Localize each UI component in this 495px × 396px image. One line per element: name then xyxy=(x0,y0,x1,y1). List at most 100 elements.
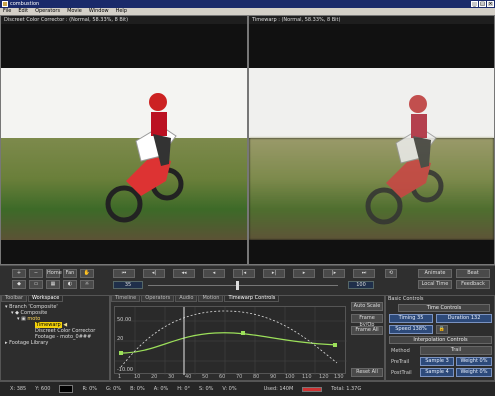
x-tick: 20 xyxy=(151,374,158,380)
speed-field[interactable]: Speed 138% xyxy=(389,325,433,334)
curve-graph[interactable]: 50.00 20 -10.00 xyxy=(114,306,347,375)
motocross-rider-blurred-image xyxy=(365,95,444,225)
play-backward-button[interactable]: ◂◂ xyxy=(173,269,195,278)
post-trail-sample-field[interactable]: Sample 4 xyxy=(420,368,454,377)
tab-timewarp-controls[interactable]: Timewarp Controls xyxy=(224,295,280,302)
basic-controls-panel: Basic Controls Time Controls Timing 35 D… xyxy=(385,295,495,381)
status-r: R: 0% xyxy=(82,386,97,392)
method-dropdown[interactable]: Trail xyxy=(420,346,492,355)
auto-scale-button[interactable]: Auto Scale xyxy=(351,302,383,311)
go-to-end-button[interactable]: ⏭ xyxy=(353,269,375,278)
menu-window[interactable]: Window xyxy=(89,8,109,15)
tab-timeline[interactable]: Timeline xyxy=(111,295,141,302)
x-tick: 80 xyxy=(253,374,260,380)
status-v: V: 0% xyxy=(222,386,237,392)
menu-file[interactable]: File xyxy=(3,8,11,15)
minimize-icon[interactable]: _ xyxy=(471,1,478,7)
status-y: Y: 600 xyxy=(35,386,51,392)
close-icon[interactable]: × xyxy=(487,1,494,7)
tool-button-1[interactable]: ◆ xyxy=(12,280,26,289)
post-trail-weight-field[interactable]: Weight 0% xyxy=(456,368,492,377)
duration-field[interactable]: Duration 132 xyxy=(436,314,492,323)
time-slider-track[interactable] xyxy=(148,285,338,286)
prev-keyframe-button[interactable]: ◂| xyxy=(143,269,165,278)
current-frame-field[interactable]: 35 xyxy=(113,281,143,289)
maximize-icon[interactable]: □ xyxy=(479,1,486,7)
menu-edit[interactable]: Edit xyxy=(18,8,28,15)
tool-button-5[interactable]: ☼ xyxy=(80,280,94,289)
status-g: G: 0% xyxy=(106,386,122,392)
tool-button-2[interactable]: ▭ xyxy=(29,280,43,289)
tool-button-3[interactable]: ▦ xyxy=(46,280,60,289)
tab-audio[interactable]: Audio xyxy=(175,295,198,302)
pre-trail-weight-field[interactable]: Weight 0% xyxy=(456,357,492,366)
memory-usage-bar xyxy=(302,386,323,392)
tree-footage-library[interactable]: ▸ Footage Library xyxy=(5,340,48,346)
home-button[interactable]: Home xyxy=(46,269,62,278)
reset-all-button[interactable]: Reset All xyxy=(351,368,383,377)
tool-button-4[interactable]: ◐ xyxy=(63,280,77,289)
viewer-right[interactable]: Timewarp : (Normal, 58.33%, 8 Bit) xyxy=(248,15,495,265)
x-tick: 110 xyxy=(302,374,312,380)
x-tick: 100 xyxy=(285,374,295,380)
time-controls-header: Time Controls xyxy=(398,304,490,312)
animate-button[interactable]: Animate xyxy=(418,269,452,278)
zoom-out-button[interactable]: − xyxy=(29,269,43,278)
app-icon xyxy=(2,1,8,7)
status-a: A: 0% xyxy=(153,386,169,392)
end-frame-field[interactable]: 100 xyxy=(348,281,374,289)
color-swatch xyxy=(59,385,74,393)
beat-button[interactable]: Beat xyxy=(456,269,490,278)
menu-bar: File Edit Operators Movie Window Help xyxy=(0,8,495,15)
time-slider-handle[interactable] xyxy=(236,281,239,290)
pre-trail-sample-field[interactable]: Sample 3 xyxy=(420,357,454,366)
menu-help[interactable]: Help xyxy=(116,8,127,15)
step-back-button[interactable]: ◂ xyxy=(203,269,225,278)
viewer-left-title: Discreet Color Corrector : (Normal, 58.3… xyxy=(1,16,247,24)
x-tick: 60 xyxy=(219,374,226,380)
timing-field[interactable]: Timing 35 xyxy=(389,314,433,323)
go-to-start-button[interactable]: ⏮ xyxy=(113,269,135,278)
local-time-button[interactable]: Local Time xyxy=(418,280,452,289)
transport-toolbar: + − Home Fan ✋ ◆ ▭ ▦ ◐ ☼ ⏮ ◂| ◂◂ ◂ |◂ ▸|… xyxy=(0,265,495,295)
tab-operators[interactable]: Operators xyxy=(141,295,175,302)
x-tick: 30 xyxy=(168,374,175,380)
status-x: X: 385 xyxy=(10,386,27,392)
lock-icon[interactable]: 🔒 xyxy=(436,325,448,334)
timewarp-curve-panel: Timeline Operators Audio Motion Timewarp… xyxy=(110,295,385,381)
x-tick: 50 xyxy=(202,374,209,380)
step-forward-button[interactable]: ▸| xyxy=(263,269,285,278)
basic-controls-header: Basic Controls xyxy=(388,296,424,302)
window-title: combustion xyxy=(10,1,40,7)
hand-tool-button[interactable]: ✋ xyxy=(80,269,94,278)
tab-motion[interactable]: Motion xyxy=(198,295,224,302)
status-bar: X: 385 Y: 600 R: 0% G: 0% B: 0% A: 0% H:… xyxy=(0,381,495,396)
y-axis-mid-label: 20 xyxy=(117,336,124,342)
frame-all-button[interactable]: Frame All xyxy=(351,326,383,335)
next-keyframe-button[interactable]: |▸ xyxy=(323,269,345,278)
step-back-frame-button[interactable]: |◂ xyxy=(233,269,255,278)
menu-operators[interactable]: Operators xyxy=(35,8,60,15)
motocross-rider-image xyxy=(105,93,184,223)
feedback-button[interactable]: Feedback xyxy=(456,280,490,289)
x-tick: 40 xyxy=(185,374,192,380)
status-h: H: 0° xyxy=(177,386,190,392)
tab-workspace[interactable]: Workspace xyxy=(28,295,64,302)
status-used-memory: Used: 140M xyxy=(263,386,294,392)
x-tick: 10 xyxy=(134,374,141,380)
y-axis-bottom-label: -10.00 xyxy=(117,367,134,373)
x-tick: 90 xyxy=(270,374,277,380)
menu-movie[interactable]: Movie xyxy=(67,8,82,15)
zoom-in-button[interactable]: + xyxy=(12,269,26,278)
viewer-left[interactable]: Discreet Color Corrector : (Normal, 58.3… xyxy=(0,15,248,265)
tab-toolbar[interactable]: Toolbar xyxy=(1,295,28,302)
loop-button[interactable]: ⟲ xyxy=(385,269,397,278)
pre-trail-label: PreTrail xyxy=(391,359,410,365)
frame-by-op-button[interactable]: Frame by/Op xyxy=(351,314,383,328)
x-tick: 130 xyxy=(334,374,344,380)
fan-button[interactable]: Fan xyxy=(63,269,77,278)
x-axis-ticks: 1 10 20 30 40 50 60 70 80 90 100 110 120… xyxy=(114,374,346,380)
status-s: S: 0% xyxy=(199,386,214,392)
play-button[interactable]: ▸ xyxy=(293,269,315,278)
viewer-right-title: Timewarp : (Normal, 58.33%, 8 Bit) xyxy=(249,16,494,24)
